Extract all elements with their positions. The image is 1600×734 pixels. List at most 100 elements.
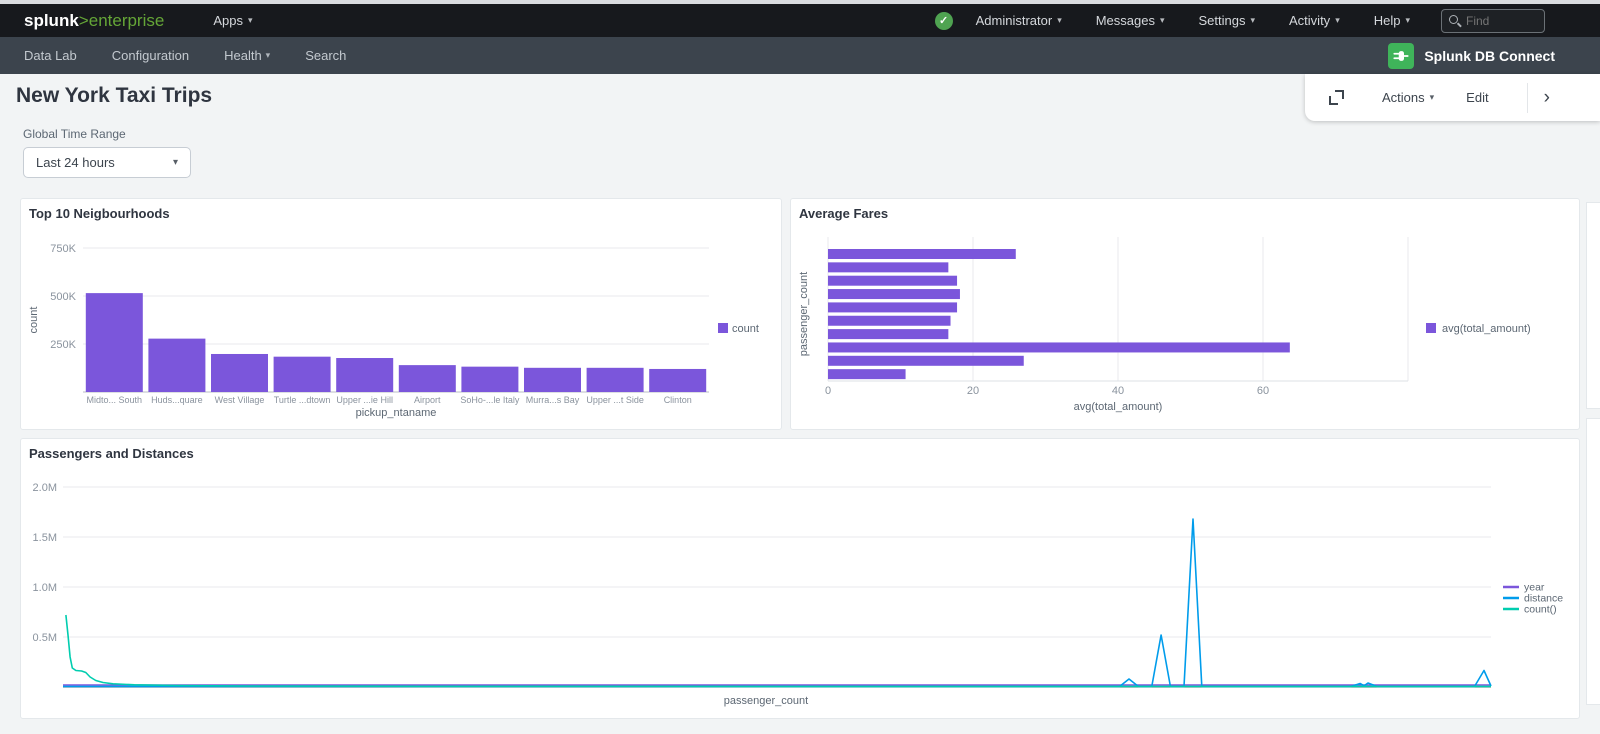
appnav-search[interactable]: Search	[305, 48, 346, 63]
menu-label: Activity	[1289, 13, 1330, 28]
menu-help[interactable]: Help▾	[1357, 4, 1427, 37]
menu-label: Settings	[1199, 13, 1246, 28]
bar[interactable]	[828, 289, 960, 299]
legend-swatch[interactable]	[718, 323, 728, 333]
time-range-value: Last 24 hours	[36, 155, 115, 170]
apps-menu-label: Apps	[213, 13, 243, 28]
chart-text: West Village	[215, 395, 265, 405]
chart-text: Turtle ...dtown	[274, 395, 331, 405]
actions-label: Actions	[1382, 90, 1425, 105]
menu-label: Messages	[1096, 13, 1155, 28]
bar[interactable]	[828, 262, 948, 272]
edit-label: Edit	[1466, 90, 1488, 105]
appnav-label: Health	[224, 48, 262, 63]
db-connect-plug-icon	[1388, 43, 1414, 69]
logo-gt: >	[79, 11, 89, 30]
bar[interactable]	[587, 368, 644, 392]
legend-label: count	[732, 323, 759, 335]
menu-activity[interactable]: Activity▾	[1272, 4, 1357, 37]
menu-label: Help	[1374, 13, 1401, 28]
appnav-label: Search	[305, 48, 346, 63]
average-fares-bar-chart: 0204060avg(total_amount)passenger_counta…	[791, 199, 1581, 431]
chart-text: Upper ...ie Hill	[336, 395, 393, 405]
panel-passengers-distances: Passengers and Distances 0.5M1.0M1.5M2.0…	[20, 438, 1580, 719]
bar[interactable]	[336, 358, 393, 392]
chart-text: 0.5M	[33, 632, 57, 644]
chart-text: 20	[967, 385, 979, 397]
bar[interactable]	[399, 365, 456, 392]
chart-text: 500K	[50, 291, 76, 303]
chart-text: Huds...quare	[151, 395, 203, 405]
edit-button[interactable]: Edit	[1466, 90, 1488, 105]
expand-icon[interactable]	[1329, 90, 1344, 105]
find-search-box	[1441, 9, 1545, 33]
health-status-icon[interactable]: ✓	[935, 12, 953, 30]
apps-menu[interactable]: Apps ▾	[196, 4, 269, 37]
appnav-configuration[interactable]: Configuration	[112, 48, 189, 63]
bar[interactable]	[148, 339, 205, 392]
appnav-label: Data Lab	[24, 48, 77, 63]
caret-down-icon: ▾	[1160, 16, 1165, 25]
series-line-distance[interactable]	[63, 519, 1491, 686]
time-range-dropdown[interactable]: Last 24 hours ▾	[23, 147, 191, 178]
bar[interactable]	[828, 316, 951, 326]
chart-text: Clinton	[664, 395, 692, 405]
logo-product: enterprise	[89, 11, 165, 30]
chart-text: passenger_count	[724, 695, 808, 707]
bar[interactable]	[828, 302, 957, 312]
bar[interactable]	[828, 329, 948, 339]
chart-text: 2.0M	[33, 482, 57, 494]
splunk-enterprise-logo[interactable]: splunk>enterprise	[24, 11, 164, 31]
chart-text: Midto... South	[87, 395, 143, 405]
panel-average-fares: Average Fares 0204060avg(total_amount)pa…	[790, 198, 1580, 430]
bar[interactable]	[524, 368, 581, 392]
bar[interactable]	[649, 369, 706, 392]
appnav-data-lab[interactable]: Data Lab	[24, 48, 77, 63]
menu-administrator[interactable]: Administrator▾	[959, 4, 1079, 37]
page-title: New York Taxi Trips	[16, 84, 212, 108]
bar[interactable]	[828, 249, 1016, 259]
series-line-count()[interactable]	[66, 615, 1491, 686]
caret-down-icon: ▾	[248, 16, 253, 25]
chart-text: 60	[1257, 385, 1269, 397]
bar[interactable]	[211, 354, 268, 392]
caret-down-icon: ▾	[1057, 16, 1062, 25]
bar[interactable]	[828, 369, 906, 379]
chart-text: 0	[825, 385, 831, 397]
top10-neighbourhoods-bar-chart: 250K500K750KMidto... SouthHuds...quareWe…	[21, 199, 783, 431]
chart-text: Upper ...t Side	[586, 395, 644, 405]
bar[interactable]	[461, 367, 518, 392]
passengers-distances-line-chart: 0.5M1.0M1.5M2.0Mpassenger_countyeardista…	[21, 439, 1581, 720]
cutoff-panel-bottom	[1586, 418, 1600, 705]
bar[interactable]	[828, 342, 1290, 352]
panel-top10-neighbourhoods: Top 10 Neigbourhoods 250K500K750KMidto..…	[20, 198, 782, 430]
chart-text: pickup_ntaname	[356, 407, 437, 419]
chart-text: 750K	[50, 243, 76, 255]
legend-swatch[interactable]	[1426, 323, 1436, 333]
chart-text: count	[28, 307, 40, 334]
appnav-health[interactable]: Health ▾	[224, 48, 270, 63]
app-title[interactable]: Splunk DB Connect	[1424, 48, 1555, 64]
chart-text: 1.0M	[33, 582, 57, 594]
caret-down-icon: ▾	[173, 158, 178, 168]
panel-title: Average Fares	[799, 206, 888, 221]
chart-text: 1.5M	[33, 532, 57, 544]
bar[interactable]	[828, 276, 957, 286]
app-identity: Splunk DB Connect	[1388, 43, 1555, 69]
actions-button[interactable]: Actions▾	[1382, 90, 1434, 105]
bar[interactable]	[86, 293, 143, 392]
appnav-label: Configuration	[112, 48, 189, 63]
chevron-right-icon[interactable]: ›	[1544, 88, 1550, 107]
chart-text: Airport	[414, 395, 441, 405]
cutoff-panel-top	[1586, 202, 1600, 409]
menu-messages[interactable]: Messages ▾	[1079, 4, 1182, 37]
chart-text: Murra...s Bay	[526, 395, 580, 405]
caret-down-icon: ▾	[266, 51, 271, 60]
topnav-right-cluster: ✓ Administrator▾ Messages▾ Settings▾ Act…	[935, 4, 1545, 37]
chart-text: 40	[1112, 385, 1124, 397]
top-navigation-bar: splunk>enterprise Apps ▾ ✓ Administrator▾…	[0, 4, 1600, 37]
menu-settings[interactable]: Settings▾	[1182, 4, 1273, 37]
bar[interactable]	[828, 356, 1024, 366]
bar[interactable]	[274, 357, 331, 392]
chart-text: avg(total_amount)	[1074, 401, 1163, 413]
